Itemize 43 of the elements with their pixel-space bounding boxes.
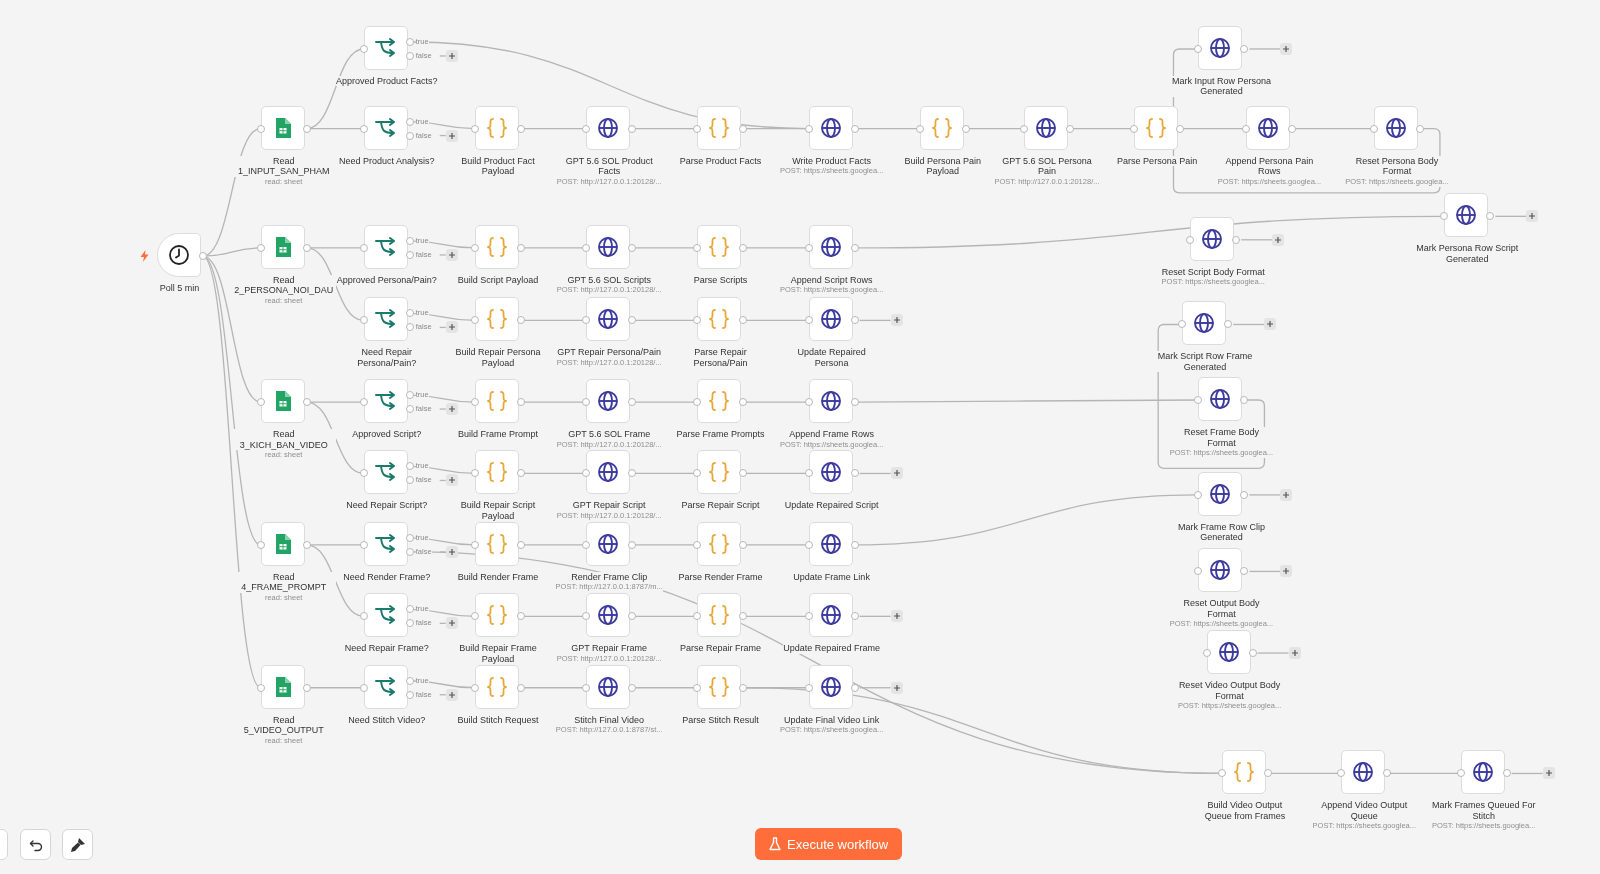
node-label: Write Product Facts	[792, 155, 872, 167]
node-label: Need Stitch Video?	[348, 714, 426, 726]
node-label: Poll 5 min	[159, 283, 200, 294]
node-label: Reset Video Output Body Format	[1177, 680, 1282, 702]
node-label: Build Render Frame	[457, 571, 539, 583]
node-label: GPT 5.6 SOL Scripts	[567, 274, 651, 286]
node-label: Parse Persona Pain	[1117, 155, 1198, 167]
node-label: Parse Render Frame	[678, 571, 763, 583]
node-label: Need Repair Script?	[346, 500, 428, 511]
node-label: Render Frame Clip	[571, 571, 648, 583]
node-label: GPT Repair Script	[572, 500, 646, 511]
node-label: GPT 5.6 SOL Frame	[568, 429, 651, 440]
node-label: Update Repaired Script	[784, 500, 879, 511]
node-label: Parse Frame Prompts	[676, 429, 765, 440]
node-label: Parse Scripts	[693, 274, 748, 286]
node-label: Parse Product Facts	[679, 155, 762, 167]
node-label: Approved Product Facts?	[335, 75, 438, 87]
node-label: Mark Frames Queued For Stitch	[1431, 800, 1536, 822]
node-label: Read 3_KICH_BAN_VIDEO	[231, 429, 336, 451]
node-label: Need Repair Frame?	[344, 643, 429, 654]
node-label: Read 2_PERSONA_NOI_DAU	[231, 274, 336, 296]
node-label: Parse Stitch Result	[682, 714, 759, 726]
node-label: Need Product Analysis?	[338, 155, 435, 167]
node-label: Build Stitch Request	[457, 714, 539, 726]
node-label: Stitch Final Video	[574, 714, 645, 726]
node-label: GPT Repair Persona/Pain	[557, 347, 662, 358]
node-label: Reset Script Body Format	[1161, 266, 1265, 278]
node-label: Approved Script?	[352, 429, 422, 440]
execute-workflow-button[interactable]: Execute workflow	[755, 828, 903, 860]
node-label: Need Render Frame?	[343, 571, 431, 583]
node-label: Parse Repair Frame	[679, 643, 761, 654]
node-label: GPT Repair Frame	[571, 643, 648, 654]
node-label: Build Frame Prompt	[457, 429, 538, 440]
node-label: Mark Input Row Persona Generated	[1169, 75, 1274, 97]
node-label: Update Repaired Frame	[783, 643, 880, 654]
node-label: Approved Persona/Pain?	[336, 274, 437, 286]
node-label: Build Script Payload	[457, 274, 539, 286]
node-label: Append Frame Rows	[789, 429, 874, 440]
node-label: Update Final Video Link	[783, 714, 880, 726]
node-label: Parse Repair Script	[681, 500, 760, 511]
node-label: Update Frame Link	[793, 571, 870, 583]
node-label: Mark Persona Row Script Generated	[1415, 243, 1520, 265]
node-label: Append Script Rows	[790, 274, 873, 286]
